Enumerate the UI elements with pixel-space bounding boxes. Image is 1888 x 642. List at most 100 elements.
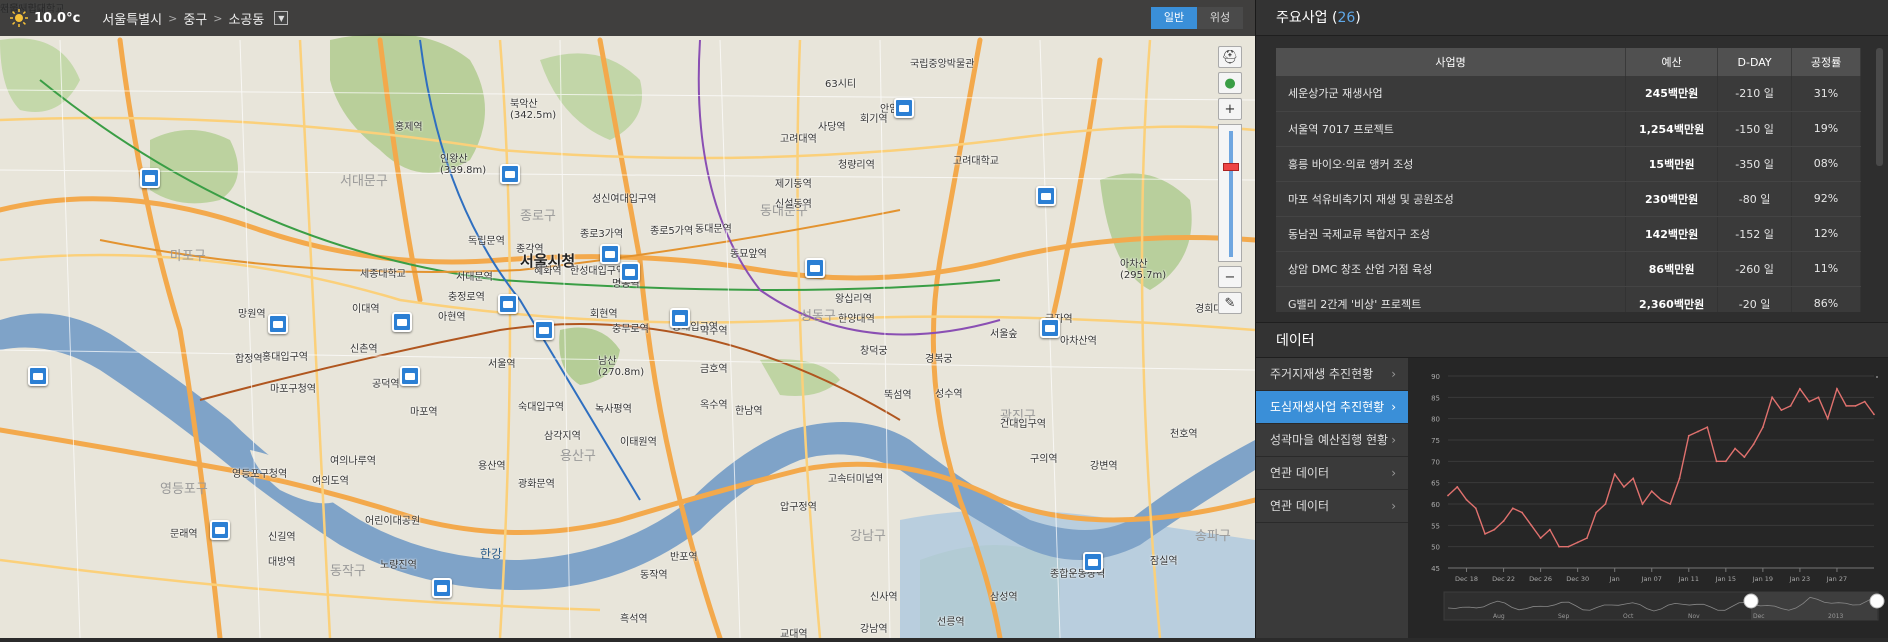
data-menu-item[interactable]: 연관 데이터 › — [1256, 457, 1408, 490]
table-row[interactable]: 동남권 국제교류 복합지구 조성 142백만원 -152 일 12% — [1276, 216, 1861, 252]
data-point — [1761, 426, 1764, 429]
data-point — [1697, 430, 1699, 433]
navigator-label: 2013 — [1828, 613, 1843, 620]
location-pin-button[interactable]: ● — [1218, 72, 1242, 94]
map-label: 제기동역 — [775, 179, 812, 190]
temperature: 10.0°c — [34, 10, 81, 26]
data-point — [1484, 532, 1486, 535]
business-marker-icon[interactable] — [805, 258, 825, 278]
cell-budget: 2,360백만원 — [1625, 286, 1719, 312]
map-label: 문래역 — [170, 529, 198, 540]
cell-progress: 86% — [1791, 286, 1861, 312]
map-label: 사당역 — [818, 122, 846, 133]
y-tick-label: 75 — [1431, 437, 1440, 445]
location-dropdown-button[interactable]: ▼ — [274, 11, 289, 25]
map-label: 홍제역 — [395, 122, 423, 133]
breadcrumb-region[interactable]: 서울특별시 — [102, 9, 162, 28]
ruler-icon: ✎ — [1224, 295, 1236, 311]
business-marker-icon[interactable] — [894, 98, 914, 118]
business-marker-icon[interactable] — [1036, 186, 1056, 206]
business-marker-icon[interactable] — [392, 312, 412, 332]
table-row[interactable]: G밸리 2간계 '비상' 프로젝트 2,360백만원 -20 일 86% — [1276, 286, 1861, 312]
column-header-name[interactable]: 사업명 — [1276, 48, 1627, 76]
y-tick-label: 55 — [1431, 522, 1440, 530]
chevron-right-icon: › — [1391, 400, 1396, 414]
zoom-slider-handle[interactable] — [1223, 163, 1239, 171]
business-marker-icon[interactable] — [432, 578, 452, 598]
data-point — [1826, 417, 1829, 420]
cell-progress: 12% — [1791, 216, 1861, 252]
zoom-out-button[interactable]: − — [1218, 266, 1242, 288]
business-marker-icon[interactable] — [1040, 318, 1060, 338]
data-menu-item[interactable]: 성곽마을 예산집행 현황 › — [1256, 424, 1408, 457]
data-point — [1586, 537, 1588, 540]
navigator-handle-left[interactable] — [1743, 593, 1759, 609]
cell-budget: 1,254백만원 — [1625, 111, 1719, 147]
x-tick-label: Jan 11 — [1678, 575, 1699, 583]
table-row[interactable]: 세운상가군 재생사업 245백만원 -210 일 31% — [1276, 76, 1861, 112]
map-view[interactable]: 서울시청 종로구 서대문구 마포구 동대문구 성동구 광진구 용산구 강남구 동작구 영등포구 송파구… — [0, 0, 1255, 638]
data-menu-item[interactable]: 연관 데이터 › — [1256, 490, 1408, 523]
business-marker-icon[interactable] — [534, 320, 554, 340]
project-table-container[interactable]: 사업명 예산 D-DAY 공정률 세운상가군 재생사업 245백만원 -210 일3… — [1276, 48, 1876, 312]
data-point — [1734, 447, 1736, 450]
map-label: 천호역 — [1170, 429, 1198, 440]
data-point — [1539, 537, 1542, 540]
map-label: 한성대입구역 — [570, 266, 626, 277]
data-menu-item-label: 도심재생사업 추진현황 — [1270, 400, 1385, 414]
data-point — [1456, 486, 1459, 488]
column-header-budget[interactable]: 예산 — [1625, 48, 1719, 76]
map-label: 신촌역 — [350, 344, 378, 355]
y-tick-label: 45 — [1431, 565, 1440, 573]
business-marker-icon[interactable] — [498, 294, 518, 314]
business-marker-icon[interactable] — [600, 244, 620, 264]
zoom-slider[interactable] — [1218, 124, 1242, 262]
business-marker-icon[interactable] — [28, 366, 48, 386]
navigator-handle-right[interactable] — [1869, 593, 1885, 609]
table-row[interactable]: 서울역 7017 프로젝트 1,254백만원 -150 일 19% — [1276, 111, 1861, 147]
measure-ruler-button[interactable]: ✎ — [1218, 292, 1242, 314]
cell-budget: 230백만원 — [1625, 181, 1719, 217]
business-marker-icon[interactable] — [500, 164, 520, 184]
map-label: 아현역 — [438, 312, 466, 323]
cell-dday: -80 일 — [1717, 181, 1793, 217]
business-marker-icon[interactable] — [268, 314, 288, 334]
y-tick-label: 60 — [1431, 501, 1440, 509]
column-header-dday[interactable]: D-DAY — [1717, 48, 1793, 76]
map-label: 마포구 — [170, 249, 206, 264]
map-label: 혜화역 — [534, 266, 562, 277]
breadcrumb-dong[interactable]: 소공동 — [228, 9, 264, 28]
data-point — [1687, 434, 1690, 437]
business-marker-icon[interactable] — [400, 366, 420, 386]
business-marker-icon[interactable] — [140, 168, 160, 188]
table-row[interactable]: 마포 석유비축기지 재생 및 공원조성 230백만원 -80 일 92% — [1276, 181, 1861, 217]
table-row[interactable]: 상암 DMC 창조 산업 거점 육성 86백만원 -260 일 11% — [1276, 251, 1861, 287]
business-marker-icon[interactable] — [620, 262, 640, 282]
business-marker-icon[interactable] — [1083, 552, 1103, 572]
map-label: 옥수역 — [700, 400, 728, 411]
table-header-row: 사업명 예산 D-DAY 공정률 — [1276, 48, 1861, 76]
map-label: 종로구 — [520, 209, 556, 224]
data-menu-item[interactable]: 주거지재생 추진현황 › — [1256, 358, 1408, 391]
line-chart[interactable]: 45 50 55 60 65 70 75 80 85 90 Dec 18 Dec 22 Dec 26 De… — [1408, 358, 1888, 638]
breadcrumb-separator-icon: > — [168, 11, 178, 25]
cell-dday: -260 일 — [1717, 251, 1793, 287]
project-table-scrollbar[interactable] — [1876, 48, 1883, 166]
map-type-satellite-button[interactable]: 위성 — [1197, 7, 1243, 29]
x-tick-label: Jan 23 — [1789, 575, 1810, 583]
map-label: 약수역 — [700, 326, 728, 337]
business-marker-icon[interactable] — [210, 520, 230, 540]
data-point — [1808, 400, 1811, 403]
data-menu-item[interactable]: 도심재생사업 추진현황 › — [1256, 391, 1408, 424]
map-label: 교대역 — [780, 629, 808, 638]
breadcrumb-district[interactable]: 중구 — [183, 9, 207, 28]
business-marker-icon[interactable] — [670, 308, 690, 328]
street-view-button[interactable]: ⛑ — [1218, 46, 1242, 68]
x-tick-label: Dec 26 — [1529, 575, 1552, 583]
y-tick-label: 65 — [1431, 480, 1440, 488]
project-table-body: 세운상가군 재생사업 245백만원 -210 일 31% 서울역 7017 프로젝트 1,… — [1276, 76, 1861, 312]
column-header-progress[interactable]: 공정률 — [1791, 48, 1861, 76]
map-type-normal-button[interactable]: 일반 — [1151, 7, 1197, 29]
zoom-in-button[interactable]: + — [1218, 98, 1242, 120]
table-row[interactable]: 홍릉 바이오·의료 앵커 조성 15백만원 -350 일 08% — [1276, 146, 1861, 182]
